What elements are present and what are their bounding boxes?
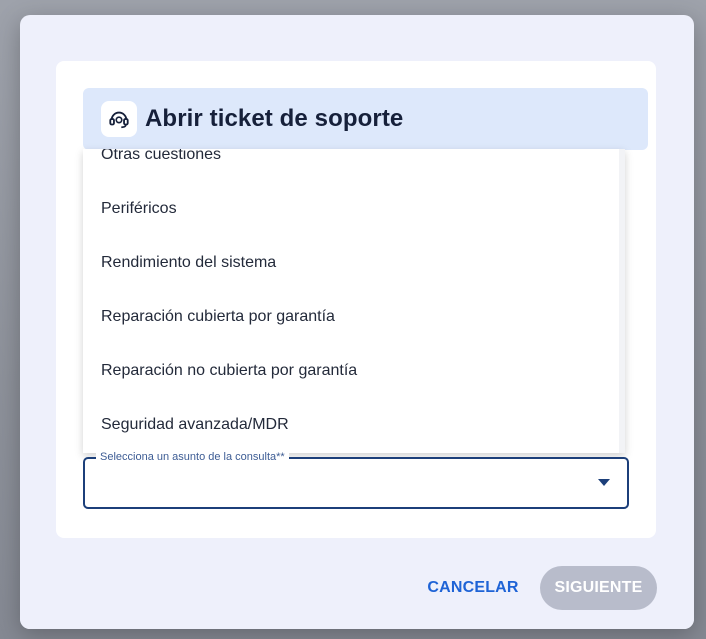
dropdown-scrollbar[interactable] (619, 149, 625, 453)
dialog-title: Abrir ticket de soporte (145, 105, 404, 132)
next-button[interactable]: SIGUIENTE (540, 566, 657, 610)
menu-item-perifericos[interactable]: Periféricos (83, 182, 619, 236)
cancel-button[interactable]: CANCELAR (420, 566, 526, 610)
support-ticket-dialog: Abrir ticket de soporte Otras cuestiones… (20, 15, 694, 629)
menu-item-rendimiento[interactable]: Rendimiento del sistema (83, 236, 619, 290)
menu-item-seguridad-mdr[interactable]: Seguridad avanzada/MDR (83, 398, 619, 452)
menu-item-otras-cuestiones[interactable]: Otras cuestiones (83, 149, 619, 182)
headset-icon (101, 101, 137, 137)
subject-select[interactable]: Selecciona un asunto de la consulta** (83, 451, 629, 509)
chevron-down-icon[interactable] (598, 479, 610, 486)
subject-select-label: Selecciona un asunto de la consulta** (96, 451, 289, 463)
dialog-header: Abrir ticket de soporte (83, 88, 648, 150)
menu-item-reparacion-no-garantia[interactable]: Reparación no cubierta por garantía (83, 344, 619, 398)
subject-dropdown-menu: Otras cuestiones Periféricos Rendimiento… (83, 149, 625, 453)
menu-item-reparacion-garantia[interactable]: Reparación cubierta por garantía (83, 290, 619, 344)
